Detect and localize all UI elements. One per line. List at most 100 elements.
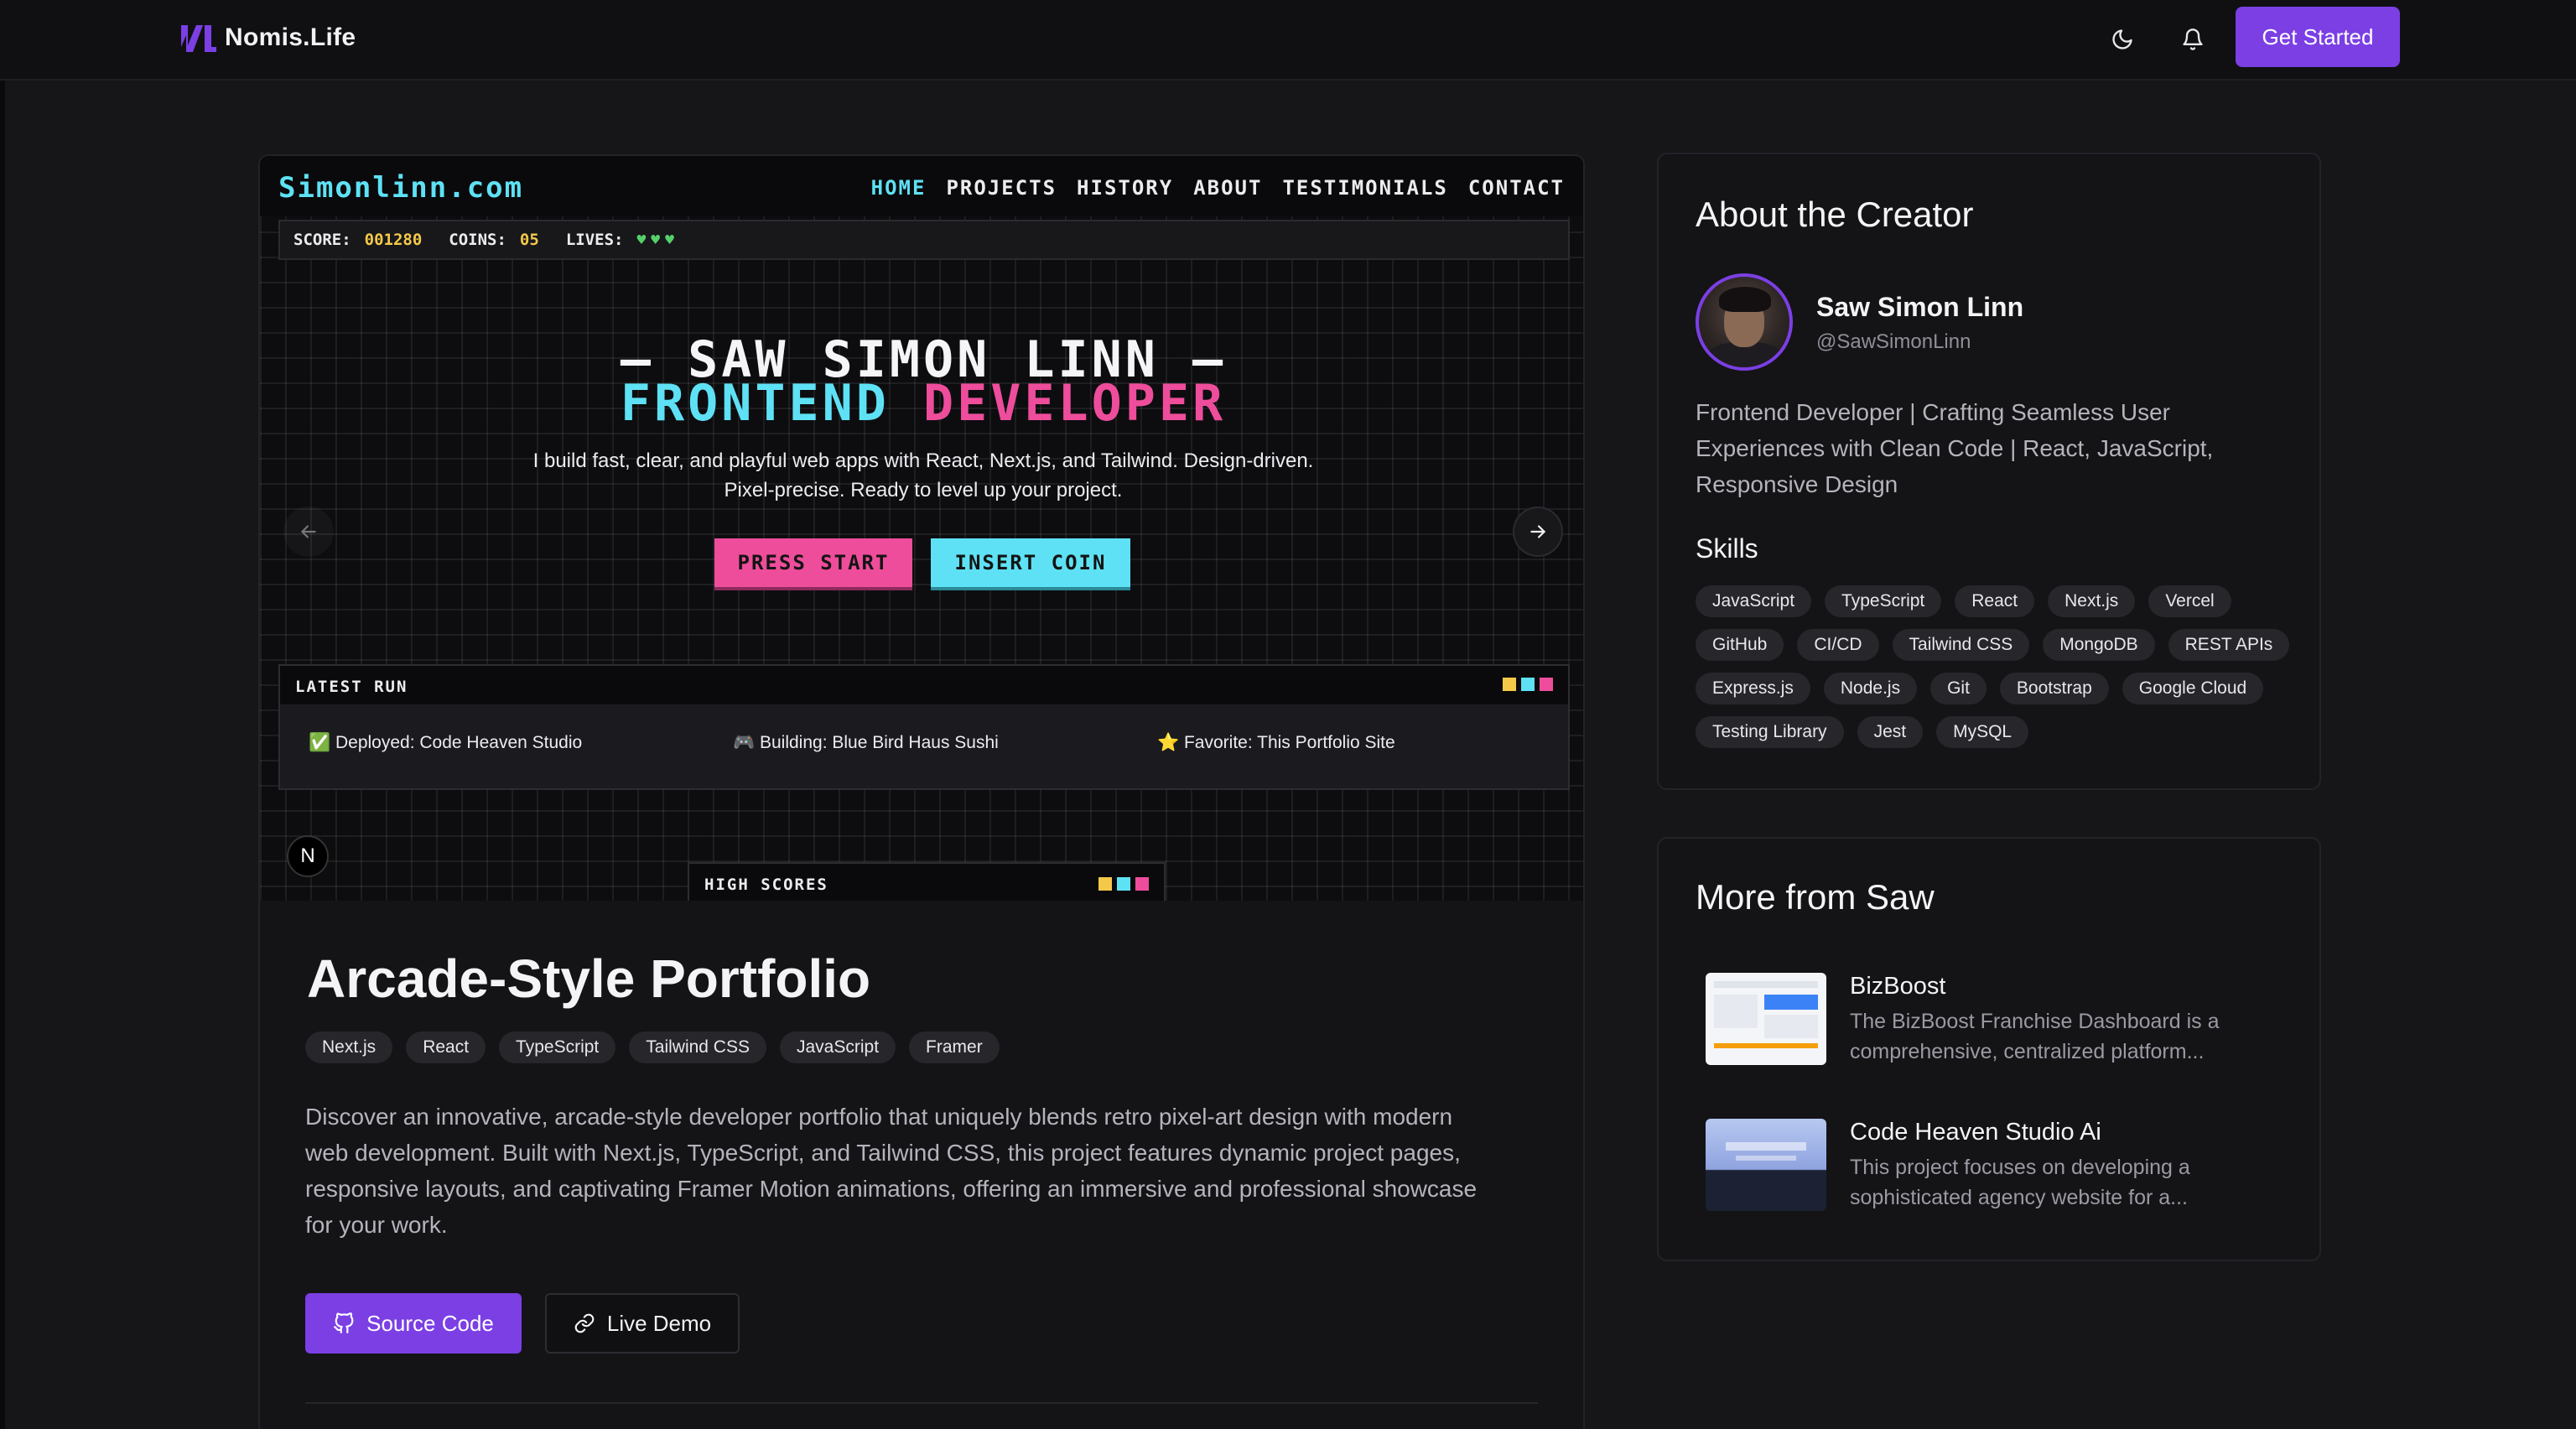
project-description: Discover an innovative, arcade-style dev… [305,1104,1478,1238]
skill-tag: Jest [1857,716,1924,748]
top-navbar: Nomis.Life Get Started [0,0,2576,81]
preview-menu-contact: CONTACT [1467,176,1565,200]
window-dots [1503,678,1553,691]
skill-tag: JavaScript [1696,585,1812,617]
more-item-title: BizBoost [1850,973,1946,1000]
heart-icon: ♥ [636,231,647,249]
creator-bio: Frontend Developer | Crafting Seamless U… [1696,399,2214,497]
hud-score-label: SCORE: [293,231,351,249]
project-tag: Framer [909,1031,1000,1063]
project-tags: Next.js React TypeScript Tailwind CSS Ja… [305,1031,1000,1063]
hud-coins-label: COINS: [449,231,506,249]
skill-tag: REST APIs [2168,629,2290,661]
skill-tag: GitHub [1696,629,1784,661]
skill-tag: Express.js [1696,673,1810,704]
carousel-next-button[interactable] [1513,507,1563,557]
run-item-deployed: ✅ Deployed: Code Heaven Studio [309,733,583,752]
high-scores-label: HIGH SCORES [704,876,828,894]
skill-tag: CI/CD [1797,629,1879,661]
theme-toggle-button[interactable] [2103,20,2142,59]
preview-hero-role-developer: DEVELOPER [923,374,1227,433]
preview-latest-run-panel: LATEST RUN ✅ Deployed: Code Heaven Studi… [278,664,1570,790]
skill-tag: Bootstrap [1999,673,2109,704]
arrow-right-icon [1530,525,1546,538]
skills-list: JavaScript TypeScript React Next.js Vercel Gi… [1696,585,2299,748]
skill-tag: Tailwind CSS [1892,629,2030,661]
more-heading: More from Saw [1696,877,1935,917]
skill-tag: Vercel [2148,585,2231,617]
github-icon [334,1312,354,1333]
preview-high-scores-panel: HIGH SCORES [688,862,1166,901]
skill-tag: Testing Library [1696,716,1844,748]
hud-score-value: 001280 [364,231,423,249]
window-dots [1098,877,1149,891]
heart-icon: ♥ [651,231,661,249]
more-item[interactable]: BizBoost The BizBoost Franchise Dashboar… [1706,973,2293,1065]
source-code-button[interactable]: Source Code [305,1293,522,1354]
skill-tag: MySQL [1936,716,2029,748]
heart-icon: ♥ [665,231,674,249]
more-from-card: More from Saw BizBoost The BizBoost Fran… [1657,837,2321,1261]
project-tag: Tailwind CSS [629,1031,766,1063]
more-item-thumbnail [1706,1119,1826,1211]
run-item-building: 🎮 Building: Blue Bird Haus Sushi [733,733,999,752]
creator-avatar[interactable] [1696,273,1793,371]
skill-tag: MongoDB [2043,629,2155,661]
notifications-button[interactable] [2174,20,2212,59]
preview-menu: HOME PROJECTS HISTORY ABOUT TESTIMONIALS… [871,176,1565,200]
hud-coins-value: 05 [519,231,539,249]
card-divider [305,1402,1538,1404]
live-demo-button[interactable]: Live Demo [545,1293,740,1354]
project-title: Arcade-Style Portfolio [307,948,871,1009]
project-tag: JavaScript [779,1031,896,1063]
latest-run-label: LATEST RUN [295,678,408,696]
link-icon [574,1313,595,1333]
run-item-favorite: ⭐ Favorite: This Portfolio Site [1157,733,1395,752]
skill-tag: Google Cloud [2122,673,2264,704]
latest-run-header: LATEST RUN [280,666,1568,704]
preview-menu-about: ABOUT [1193,176,1263,200]
more-item[interactable]: Code Heaven Studio Ai This project focus… [1706,1119,2293,1211]
hud-lives-hearts: ♥ ♥ ♥ [636,231,679,249]
preview-menu-home: HOME [870,176,927,200]
source-code-label: Source Code [366,1310,494,1336]
skills-heading: Skills [1696,533,1758,564]
bell-icon [2183,29,2203,50]
project-preview-image: Simonlinn.com HOME PROJECTS HISTORY ABOU… [260,156,1583,901]
carousel-prev-button[interactable] [283,507,334,557]
project-tag: TypeScript [499,1031,616,1063]
preview-navbar: Simonlinn.com HOME PROJECTS HISTORY ABOU… [260,156,1583,216]
moon-icon [2112,29,2132,49]
about-creator-card: About the Creator Saw Simon Linn @SawSim… [1657,153,2321,790]
preview-hud: SCORE: 001280 COINS: 05 LIVES: ♥ ♥ ♥ [278,220,1570,260]
project-tag: Next.js [305,1031,393,1063]
preview-menu-testimonials: TESTIMONIALS [1282,176,1448,200]
live-demo-label: Live Demo [606,1310,712,1336]
skill-tag: Node.js [1823,673,1918,704]
skill-tag: Next.js [2048,585,2136,617]
preview-hero-role-frontend: FRONTEND [620,374,890,433]
creator-name[interactable]: Saw Simon Linn [1816,292,2023,323]
more-item-description: The BizBoost Franchise Dashboard is a co… [1850,1010,2220,1063]
preview-press-start-button: PRESS START [714,538,912,587]
preview-hero-role: FRONTEND DEVELOPER [260,374,1583,433]
preview-menu-projects: PROJECTS [946,176,1057,200]
more-item-title: Code Heaven Studio Ai [1850,1119,2101,1146]
skill-tag: React [1955,585,2035,617]
get-started-button[interactable]: Get Started [2236,7,2400,67]
more-item-description: This project focuses on developing a sop… [1850,1156,2190,1209]
nextjs-badge: N [287,835,329,877]
preview-brand: Simonlinn.com [278,171,524,205]
more-item-thumbnail [1706,973,1826,1065]
preview-hero-subtitle: I build fast, clear, and playful web app… [532,449,1314,501]
about-heading: About the Creator [1696,195,1974,234]
window-edge [0,0,5,1429]
preview-menu-history: HISTORY [1077,176,1174,200]
creator-handle: @SawSimonLinn [1816,330,1971,353]
skill-tag: TypeScript [1825,585,1942,617]
project-tag: React [406,1031,486,1063]
arrow-left-icon [300,525,316,538]
logo-mark-icon [181,25,216,52]
site-logo[interactable]: Nomis.Life [178,18,356,57]
hud-lives-label: LIVES: [565,231,624,249]
